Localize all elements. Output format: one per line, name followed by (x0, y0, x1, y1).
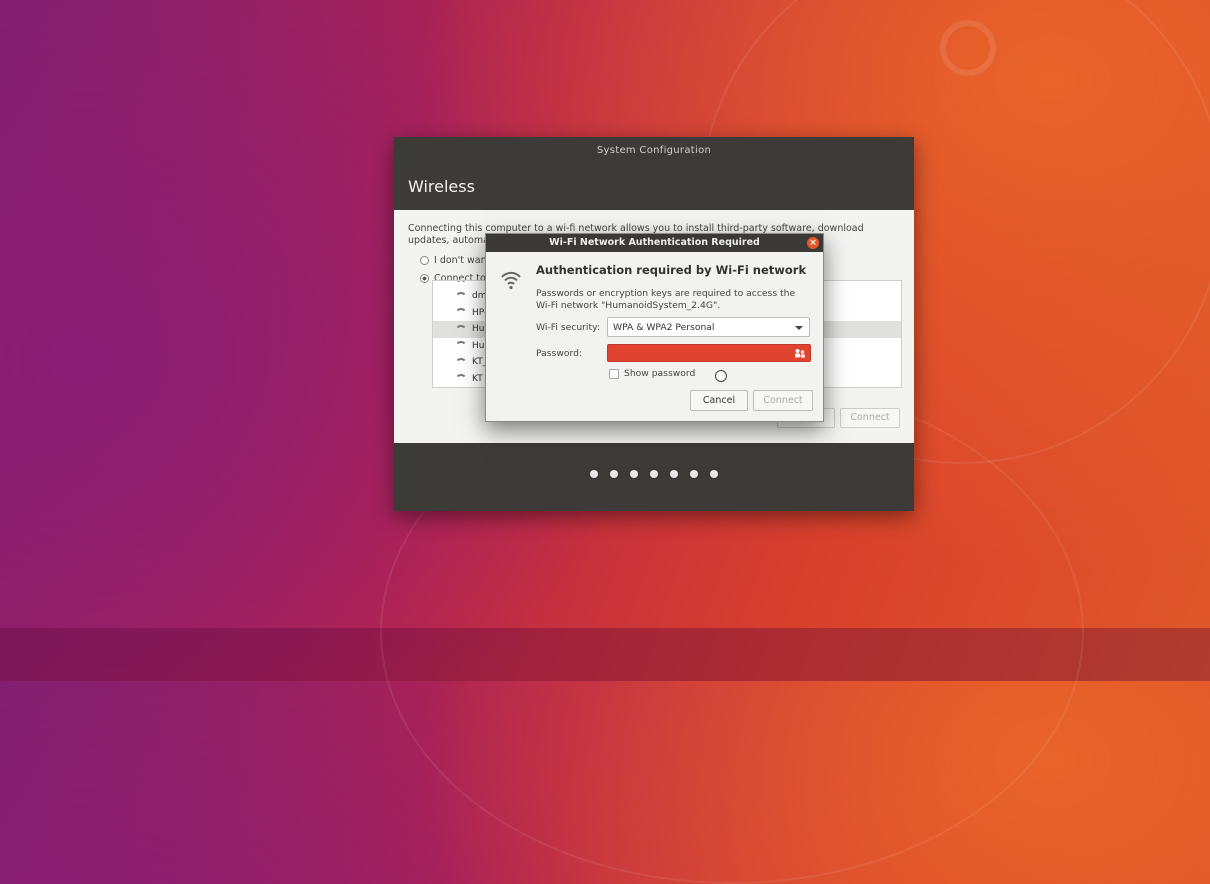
dialog-description: Passwords or encryption keys are require… (536, 288, 796, 311)
password-label: Password: (536, 348, 583, 359)
page-title: Wireless (408, 177, 475, 196)
connect-button-disabled[interactable]: Connect (840, 408, 900, 428)
security-select[interactable]: WPA & WPA2 Personal (607, 317, 810, 337)
show-password-label: Show password (624, 368, 696, 379)
show-password-checkbox[interactable] (609, 368, 619, 379)
wifi-icon (501, 271, 521, 290)
dialog-heading: Authentication required by Wi-Fi network (536, 263, 807, 277)
progress-dot (650, 470, 658, 478)
progress-dot (590, 470, 598, 478)
progress-dots (394, 470, 914, 478)
progress-dot (610, 470, 618, 478)
wifi-signal-icon (455, 374, 467, 383)
wifi-signal-icon (455, 308, 467, 317)
radio-no-connect[interactable] (420, 256, 429, 265)
chevron-down-icon (795, 326, 803, 330)
wifi-signal-icon (455, 324, 467, 334)
cancel-button[interactable]: Cancel (690, 390, 748, 411)
keyring-icon[interactable] (794, 348, 806, 358)
progress-dot (630, 470, 638, 478)
wallpaper-swirl (940, 20, 996, 76)
wifi-signal-icon (455, 281, 467, 288)
radio-connect[interactable] (420, 274, 429, 283)
cursor-icon (715, 370, 727, 382)
dialog-titlebar: Wi-Fi Network Authentication Required × (486, 234, 823, 252)
network-name: KT (472, 373, 483, 384)
progress-dot-current (690, 470, 698, 478)
window-title: System Configuration (596, 145, 712, 156)
wifi-signal-icon (455, 291, 467, 301)
close-icon[interactable]: × (807, 237, 819, 249)
connect-button[interactable]: Connect (753, 390, 813, 411)
wifi-auth-dialog: Wi-Fi Network Authentication Required × … (485, 233, 824, 422)
option-no-connect-label: I don't want (434, 255, 491, 266)
option-no-connect[interactable]: I don't want (420, 255, 490, 266)
wifi-signal-icon (455, 341, 467, 350)
security-value: WPA & WPA2 Personal (613, 322, 715, 333)
security-label: Wi-Fi security: (536, 322, 600, 333)
show-password-row[interactable]: Show password (609, 368, 695, 379)
dialog-title: Wi-Fi Network Authentication Required (549, 237, 760, 248)
wifi-signal-icon (455, 357, 467, 367)
progress-dot (670, 470, 678, 478)
progress-dot (710, 470, 718, 478)
password-input[interactable] (607, 344, 811, 362)
